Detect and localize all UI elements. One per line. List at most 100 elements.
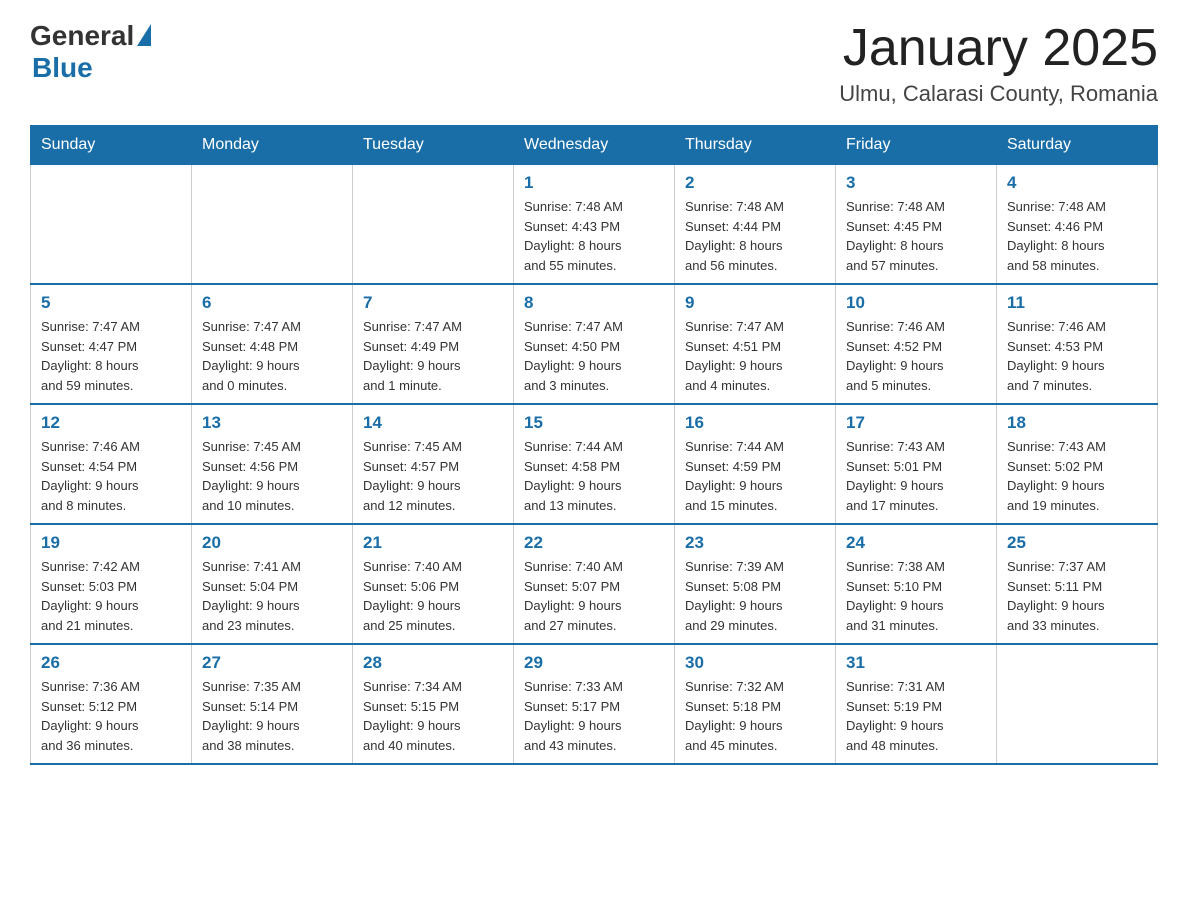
day-number: 7: [363, 293, 503, 313]
day-number: 22: [524, 533, 664, 553]
day-cell: 11 Sunrise: 7:46 AM Sunset: 4:53 PM Dayli…: [997, 284, 1158, 404]
day-info: Sunrise: 7:48 AM Sunset: 4:45 PM Dayligh…: [846, 197, 986, 275]
day-info: Sunrise: 7:36 AM Sunset: 5:12 PM Dayligh…: [41, 677, 181, 755]
day-number: 12: [41, 413, 181, 433]
day-cell: 7 Sunrise: 7:47 AM Sunset: 4:49 PM Daylig…: [353, 284, 514, 404]
day-cell: 27 Sunrise: 7:35 AM Sunset: 5:14 PM Dayli…: [192, 644, 353, 764]
day-number: 23: [685, 533, 825, 553]
day-info: Sunrise: 7:40 AM Sunset: 5:07 PM Dayligh…: [524, 557, 664, 635]
day-number: 8: [524, 293, 664, 313]
day-cell: 13Sunrise: 7:45 AM Sunset: 4:56 PM Dayli…: [192, 404, 353, 524]
day-cell: 17 Sunrise: 7:43 AM Sunset: 5:01 PM Dayli…: [836, 404, 997, 524]
week-row-3: 19 Sunrise: 7:42 AM Sunset: 5:03 PM Dayli…: [31, 524, 1158, 644]
day-info: Sunrise: 7:42 AM Sunset: 5:03 PM Dayligh…: [41, 557, 181, 635]
day-number: 11: [1007, 293, 1147, 313]
day-info: Sunrise: 7:40 AM Sunset: 5:06 PM Dayligh…: [363, 557, 503, 635]
day-info: Sunrise: 7:47 AM Sunset: 4:50 PM Dayligh…: [524, 317, 664, 395]
day-cell: 5 Sunrise: 7:47 AM Sunset: 4:47 PM Daylig…: [31, 284, 192, 404]
week-row-4: 26 Sunrise: 7:36 AM Sunset: 5:12 PM Dayli…: [31, 644, 1158, 764]
day-cell: 26 Sunrise: 7:36 AM Sunset: 5:12 PM Dayli…: [31, 644, 192, 764]
day-cell: 28Sunrise: 7:34 AM Sunset: 5:15 PM Dayli…: [353, 644, 514, 764]
day-cell: 20 Sunrise: 7:41 AM Sunset: 5:04 PM Dayli…: [192, 524, 353, 644]
day-info: Sunrise: 7:48 AM Sunset: 4:46 PM Dayligh…: [1007, 197, 1147, 275]
page-header: General Blue January 2025 Ulmu, Calarasi…: [30, 20, 1158, 107]
day-info: Sunrise: 7:37 AM Sunset: 5:11 PM Dayligh…: [1007, 557, 1147, 635]
day-info: Sunrise: 7:44 AM Sunset: 4:59 PM Dayligh…: [685, 437, 825, 515]
day-cell: 23 Sunrise: 7:39 AM Sunset: 5:08 PM Dayli…: [675, 524, 836, 644]
week-row-0: 1 Sunrise: 7:48 AM Sunset: 4:43 PM Daylig…: [31, 165, 1158, 285]
day-number: 15: [524, 413, 664, 433]
day-number: 6: [202, 293, 342, 313]
day-cell: 24 Sunrise: 7:38 AM Sunset: 5:10 PM Dayli…: [836, 524, 997, 644]
calendar-title: January 2025: [839, 20, 1158, 77]
calendar-table: SundayMondayTuesdayWednesdayThursdayFrid…: [30, 125, 1158, 765]
day-number: 9: [685, 293, 825, 313]
day-number: 25: [1007, 533, 1147, 553]
day-cell: 12 Sunrise: 7:46 AM Sunset: 4:54 PM Dayli…: [31, 404, 192, 524]
day-number: 16: [685, 413, 825, 433]
day-info: Sunrise: 7:46 AM Sunset: 4:52 PM Dayligh…: [846, 317, 986, 395]
day-info: Sunrise: 7:41 AM Sunset: 5:04 PM Dayligh…: [202, 557, 342, 635]
day-number: 27: [202, 653, 342, 673]
day-number: 26: [41, 653, 181, 673]
day-info: Sunrise: 7:43 AM Sunset: 5:02 PM Dayligh…: [1007, 437, 1147, 515]
day-cell: 10 Sunrise: 7:46 AM Sunset: 4:52 PM Dayli…: [836, 284, 997, 404]
day-info: Sunrise: 7:38 AM Sunset: 5:10 PM Dayligh…: [846, 557, 986, 635]
day-info: Sunrise: 7:39 AM Sunset: 5:08 PM Dayligh…: [685, 557, 825, 635]
day-cell: 16 Sunrise: 7:44 AM Sunset: 4:59 PM Dayli…: [675, 404, 836, 524]
day-info: Sunrise: 7:47 AM Sunset: 4:47 PM Dayligh…: [41, 317, 181, 395]
header-cell-monday: Monday: [192, 126, 353, 165]
day-info: Sunrise: 7:35 AM Sunset: 5:14 PM Dayligh…: [202, 677, 342, 755]
day-cell: 1 Sunrise: 7:48 AM Sunset: 4:43 PM Daylig…: [514, 165, 675, 285]
day-info: Sunrise: 7:47 AM Sunset: 4:48 PM Dayligh…: [202, 317, 342, 395]
day-number: 1: [524, 173, 664, 193]
header-cell-saturday: Saturday: [997, 126, 1158, 165]
header-cell-thursday: Thursday: [675, 126, 836, 165]
day-cell: 3 Sunrise: 7:48 AM Sunset: 4:45 PM Daylig…: [836, 165, 997, 285]
day-info: Sunrise: 7:48 AM Sunset: 4:43 PM Dayligh…: [524, 197, 664, 275]
logo-triangle-icon: [137, 24, 151, 46]
day-info: Sunrise: 7:46 AM Sunset: 4:53 PM Dayligh…: [1007, 317, 1147, 395]
day-number: 31: [846, 653, 986, 673]
day-cell: 19 Sunrise: 7:42 AM Sunset: 5:03 PM Dayli…: [31, 524, 192, 644]
day-number: 13: [202, 413, 342, 433]
day-number: 2: [685, 173, 825, 193]
day-number: 24: [846, 533, 986, 553]
day-number: 21: [363, 533, 503, 553]
title-block: January 2025 Ulmu, Calarasi County, Roma…: [839, 20, 1158, 107]
day-cell: 21 Sunrise: 7:40 AM Sunset: 5:06 PM Dayli…: [353, 524, 514, 644]
day-cell: [192, 165, 353, 285]
header-cell-sunday: Sunday: [31, 126, 192, 165]
day-cell: 29Sunrise: 7:33 AM Sunset: 5:17 PM Dayli…: [514, 644, 675, 764]
day-cell: [353, 165, 514, 285]
day-info: Sunrise: 7:47 AM Sunset: 4:49 PM Dayligh…: [363, 317, 503, 395]
day-number: 5: [41, 293, 181, 313]
day-info: Sunrise: 7:43 AM Sunset: 5:01 PM Dayligh…: [846, 437, 986, 515]
day-cell: 25 Sunrise: 7:37 AM Sunset: 5:11 PM Dayli…: [997, 524, 1158, 644]
day-cell: [997, 644, 1158, 764]
day-number: 14: [363, 413, 503, 433]
day-info: Sunrise: 7:45 AM Sunset: 4:57 PM Dayligh…: [363, 437, 503, 515]
day-info: Sunrise: 7:31 AM Sunset: 5:19 PM Dayligh…: [846, 677, 986, 755]
day-cell: 9 Sunrise: 7:47 AM Sunset: 4:51 PM Daylig…: [675, 284, 836, 404]
day-info: Sunrise: 7:46 AM Sunset: 4:54 PM Dayligh…: [41, 437, 181, 515]
day-info: Sunrise: 7:48 AM Sunset: 4:44 PM Dayligh…: [685, 197, 825, 275]
day-number: 19: [41, 533, 181, 553]
logo-blue-text: Blue: [32, 52, 93, 84]
day-number: 29: [524, 653, 664, 673]
day-cell: 15 Sunrise: 7:44 AM Sunset: 4:58 PM Dayli…: [514, 404, 675, 524]
day-number: 20: [202, 533, 342, 553]
calendar-subtitle: Ulmu, Calarasi County, Romania: [839, 81, 1158, 107]
day-number: 4: [1007, 173, 1147, 193]
header-cell-tuesday: Tuesday: [353, 126, 514, 165]
day-info: Sunrise: 7:44 AM Sunset: 4:58 PM Dayligh…: [524, 437, 664, 515]
day-cell: [31, 165, 192, 285]
day-number: 17: [846, 413, 986, 433]
day-info: Sunrise: 7:47 AM Sunset: 4:51 PM Dayligh…: [685, 317, 825, 395]
day-info: Sunrise: 7:32 AM Sunset: 5:18 PM Dayligh…: [685, 677, 825, 755]
header-cell-friday: Friday: [836, 126, 997, 165]
day-number: 10: [846, 293, 986, 313]
day-number: 3: [846, 173, 986, 193]
day-cell: 18Sunrise: 7:43 AM Sunset: 5:02 PM Dayli…: [997, 404, 1158, 524]
header-row: SundayMondayTuesdayWednesdayThursdayFrid…: [31, 126, 1158, 165]
